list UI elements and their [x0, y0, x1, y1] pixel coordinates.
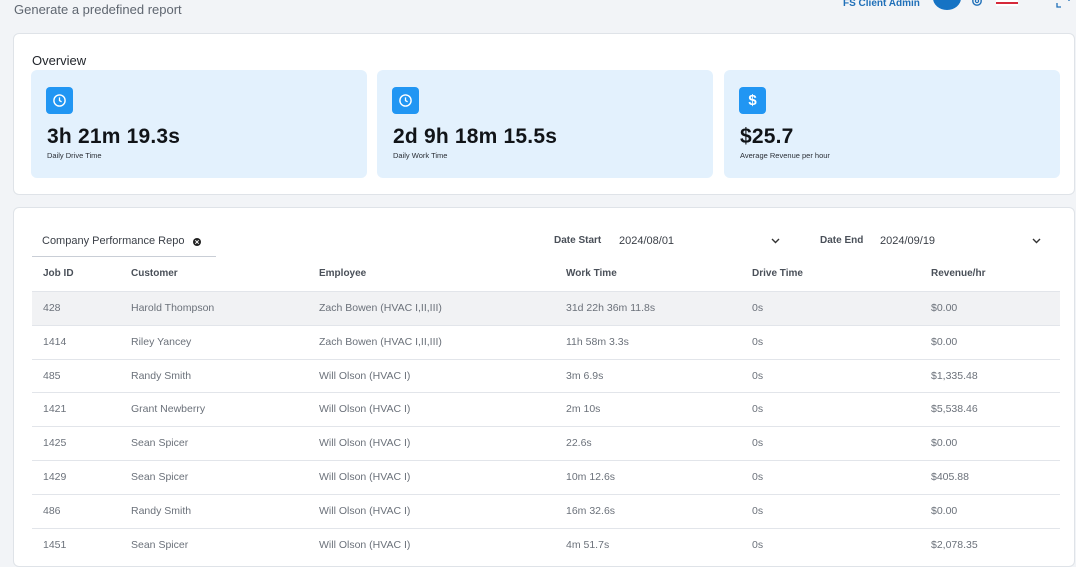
- table-cell: Will Olson (HVAC I): [319, 437, 411, 450]
- table-cell: Will Olson (HVAC I): [319, 504, 411, 517]
- table-cell: Sean Spicer: [131, 538, 189, 551]
- table-cell: 2m 10s: [566, 403, 601, 416]
- overview-title: Overview: [32, 53, 87, 68]
- top-bar: Generate a predefined report FS Client A…: [0, 0, 1076, 30]
- table-cell: 31d 22h 36m 11.8s: [566, 302, 656, 314]
- column-header[interactable]: Work Time: [566, 268, 617, 279]
- table-row[interactable]: 486 Randy Smith Will Olson (HVAC I) 16m 32.…: [32, 493, 1060, 528]
- stat-average-revenue: $ $25.7 Average Revenue per hour: [724, 70, 1060, 178]
- table-cell: $1,335.48: [931, 369, 978, 382]
- table-cell: $0.00: [931, 437, 958, 450]
- table-cell: 0s: [752, 369, 764, 382]
- table-cell: 22.6s: [566, 437, 592, 450]
- table-row[interactable]: 1421 Grant Newberry Will Olson (HVAC I) 2m …: [32, 392, 1060, 426]
- date-start-label: Date Start: [554, 235, 602, 246]
- table-cell: 1414: [43, 335, 67, 348]
- column-header[interactable]: Drive Time: [752, 268, 803, 279]
- table-cell: Will Olson (HVAC I): [319, 369, 411, 382]
- stat-daily-drive-time: 3h 21m 19.3s Daily Drive Time: [31, 70, 367, 178]
- column-header[interactable]: Customer: [131, 268, 178, 279]
- table-header: Job ID Customer Employee Work Time Drive…: [32, 258, 1060, 291]
- table-cell: $2,078.35: [931, 538, 978, 551]
- page-subtitle: Generate a predefined report: [14, 2, 182, 17]
- table-cell: 4m 51.7s: [566, 538, 610, 551]
- chevron-down-icon[interactable]: [1032, 238, 1041, 244]
- stat-value: $25.7: [740, 125, 794, 148]
- gear-icon[interactable]: [970, 0, 984, 8]
- table-row[interactable]: 1425 Sean Spicer Will Olson (HVAC I) 22.6s 0…: [32, 426, 1060, 460]
- table-cell: Sean Spicer: [131, 437, 189, 450]
- report-select[interactable]: Company Performance Report: [32, 227, 216, 257]
- avatar[interactable]: [933, 0, 961, 10]
- table-cell: 0s: [752, 403, 764, 416]
- table-cell: 0s: [752, 470, 764, 483]
- table-cell: 1451: [43, 538, 67, 551]
- table-cell: 1421: [43, 403, 67, 416]
- table-row[interactable]: 1429 Sean Spicer Will Olson (HVAC I) 10m 12…: [32, 459, 1060, 494]
- user-name[interactable]: FS Client Admin: [843, 0, 920, 9]
- table-cell: Randy Smith: [131, 369, 192, 382]
- table-cell: 3m 6.9s: [566, 369, 604, 382]
- table-cell: 1429: [43, 470, 67, 483]
- stat-label: Average Revenue per hour: [740, 151, 830, 160]
- table-cell: Harold Thompson: [131, 302, 215, 314]
- table-cell: Will Olson (HVAC I): [319, 470, 411, 483]
- table-cell: 16m 32.6s: [566, 504, 616, 517]
- table-cell: Will Olson (HVAC I): [319, 538, 411, 551]
- table-cell: 0s: [752, 302, 764, 314]
- expand-icon[interactable]: [1056, 0, 1070, 8]
- stat-label: Daily Work Time: [393, 151, 448, 160]
- table-row[interactable]: 1451 Sean Spicer Will Olson (HVAC I) 4m 51.…: [32, 527, 1060, 562]
- table-cell: 0s: [752, 538, 764, 551]
- clock-icon: [46, 87, 73, 114]
- us-flag-icon[interactable]: [996, 0, 1018, 6]
- report-select-value: Company Performance Report: [42, 235, 184, 247]
- table-cell: 428: [43, 302, 61, 314]
- table-cell: 11h 58m 3.3s: [566, 335, 629, 348]
- date-end-input[interactable]: 2024/09/19: [880, 235, 935, 247]
- table-row[interactable]: 428 Harold Thompson Zach Bowen (HVAC I,II,…: [32, 291, 1060, 325]
- date-end-label: Date End: [820, 235, 864, 246]
- table-cell: $405.88: [931, 470, 969, 483]
- table-cell: 485: [43, 369, 61, 382]
- stat-value: 3h 21m 19.3s: [47, 125, 181, 148]
- table-cell: 486: [43, 504, 61, 517]
- clock-icon: [392, 87, 419, 114]
- column-header[interactable]: Employee: [319, 268, 366, 279]
- report-card: Company Performance Report Date Start 20…: [13, 207, 1075, 567]
- table-cell: 1425: [43, 437, 67, 450]
- table-cell: Randy Smith: [131, 504, 192, 517]
- table-cell: 0s: [752, 335, 764, 348]
- stat-label: Daily Drive Time: [47, 151, 102, 160]
- report-table: Job ID Customer Employee Work Time Drive…: [32, 258, 1060, 561]
- overview-card: Overview 3h 21m 19.3s Daily Drive Time 2…: [13, 33, 1075, 195]
- chevron-down-icon[interactable]: [771, 238, 780, 244]
- column-header[interactable]: Job ID: [43, 268, 74, 279]
- table-row[interactable]: 1414 Riley Yancey Zach Bowen (HVAC I,II,II…: [32, 324, 1060, 359]
- table-cell: Grant Newberry: [131, 403, 206, 416]
- table-cell: 10m 12.6s: [566, 470, 616, 483]
- table-cell: $0.00: [931, 504, 958, 517]
- table-cell: $0.00: [931, 302, 958, 314]
- table-row[interactable]: 485 Randy Smith Will Olson (HVAC I) 3m 6.9s…: [32, 358, 1060, 393]
- table-cell: $0.00: [931, 335, 958, 348]
- dollar-icon: $: [739, 87, 766, 114]
- table-cell: Sean Spicer: [131, 470, 189, 483]
- table-cell: $5,538.46: [931, 403, 978, 416]
- table-cell: Riley Yancey: [131, 335, 192, 348]
- clear-icon[interactable]: [192, 237, 202, 247]
- table-cell: Zach Bowen (HVAC I,II,III): [319, 302, 442, 314]
- column-header[interactable]: Revenue/hr: [931, 268, 985, 279]
- table-cell: Will Olson (HVAC I): [319, 403, 411, 416]
- stat-value: 2d 9h 18m 15.5s: [393, 125, 558, 148]
- date-start-input[interactable]: 2024/08/01: [619, 235, 674, 247]
- table-cell: Zach Bowen (HVAC I,II,III): [319, 335, 442, 348]
- table-cell: 0s: [752, 437, 764, 450]
- stat-daily-work-time: 2d 9h 18m 15.5s Daily Work Time: [377, 70, 713, 178]
- table-cell: 0s: [752, 504, 764, 517]
